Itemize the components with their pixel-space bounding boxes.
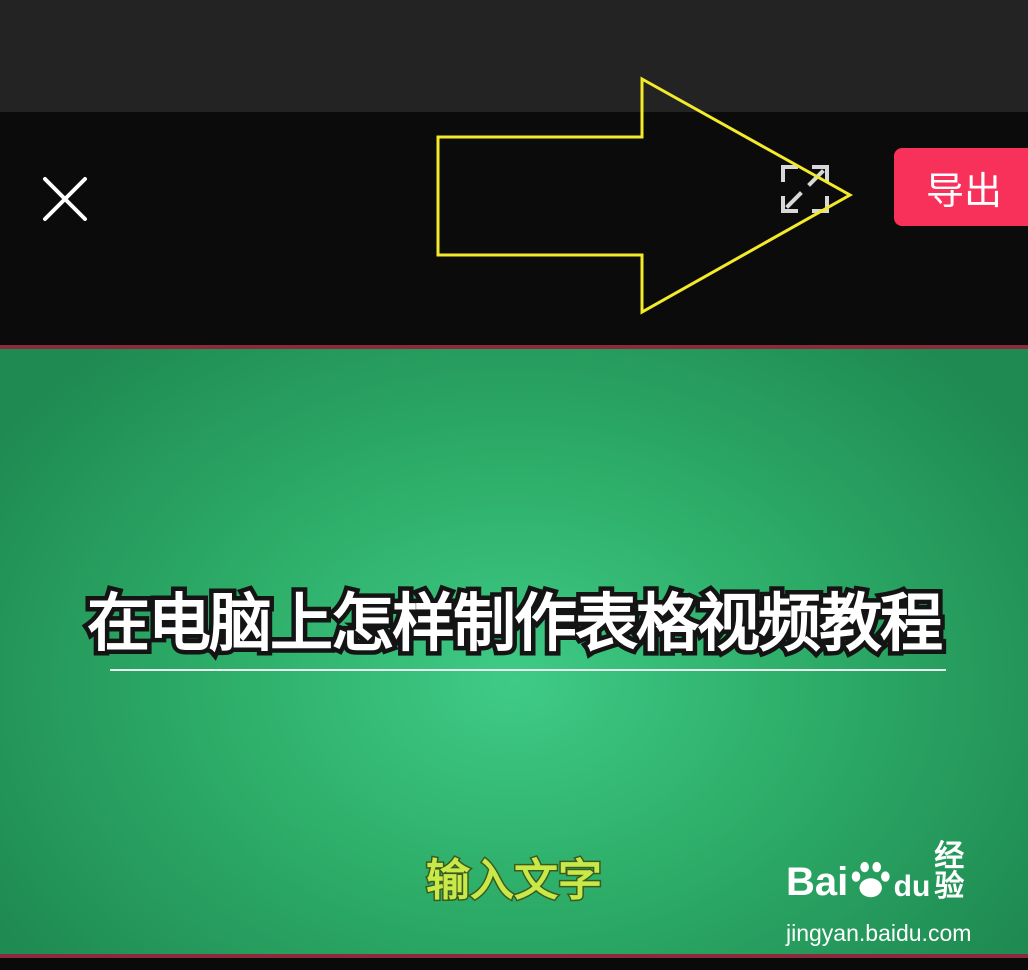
paw-icon: [851, 861, 890, 898]
watermark-brand: Bai: [786, 860, 849, 904]
watermark-logo: Bai du 经验: [786, 839, 986, 904]
annotation-arrow: [436, 76, 854, 315]
watermark-url: jingyan.baidu.com: [786, 920, 972, 946]
baidu-jingyan-watermark: Bai du 经验 jingyan.baidu.com: [786, 842, 986, 952]
watermark-product: 经验: [934, 839, 965, 904]
title-underline: [110, 669, 946, 671]
preview-title-text[interactable]: 在电脑上怎样制作表格视频教程: [0, 573, 1028, 665]
watermark-brand-du: du: [893, 870, 931, 903]
